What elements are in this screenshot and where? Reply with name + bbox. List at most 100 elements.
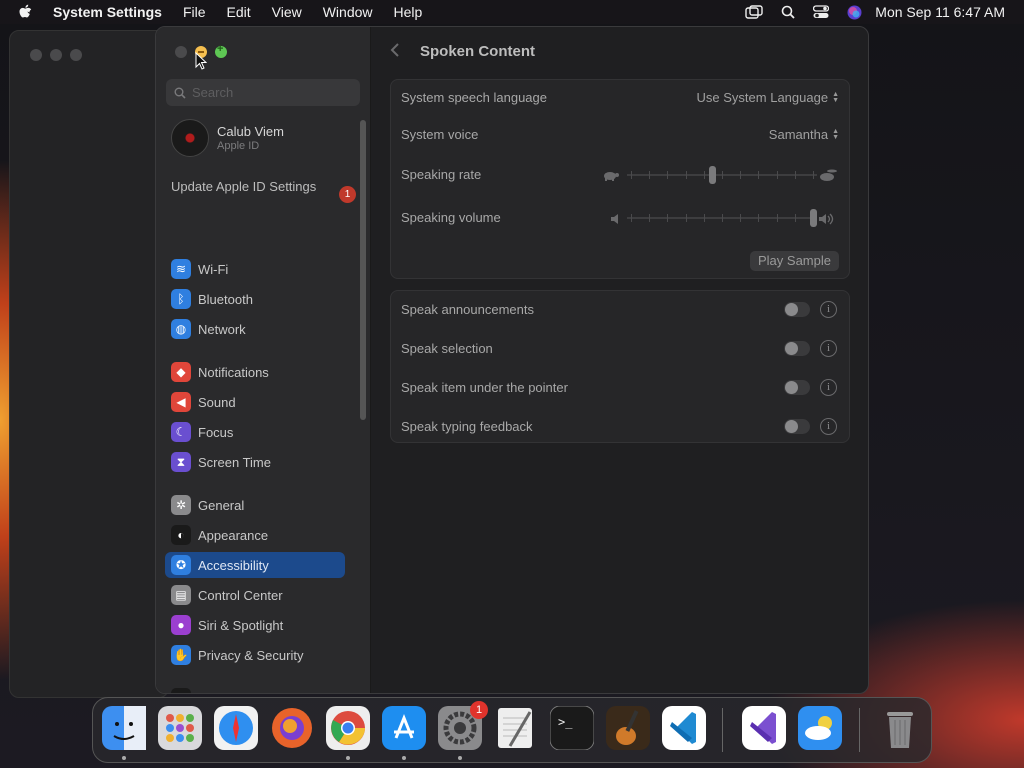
dock-app-safari[interactable] bbox=[214, 706, 258, 750]
finder-icon bbox=[102, 706, 146, 755]
bluetooth-icon: ᛒ bbox=[171, 289, 191, 309]
info-icon[interactable]: i bbox=[820, 340, 837, 357]
control-center-icon[interactable] bbox=[813, 5, 830, 19]
apple-menu-icon[interactable] bbox=[18, 4, 36, 20]
dock-app-launchpad[interactable] bbox=[158, 706, 202, 750]
dock: 1 >_ bbox=[92, 697, 932, 763]
slider-tick bbox=[704, 214, 705, 222]
dock-app-terminal[interactable]: >_ bbox=[549, 705, 595, 751]
slider-tick bbox=[667, 214, 668, 222]
apple-id-account[interactable]: Calub Viem Apple ID bbox=[171, 119, 284, 157]
stage-manager-icon[interactable] bbox=[745, 5, 763, 19]
speech-language-select[interactable]: Use System Language ▲ ▼ bbox=[697, 90, 839, 105]
toggle-row-speak-announcements: Speak announcements bbox=[401, 300, 839, 320]
sidebar-item-appearance[interactable]: ◐ Appearance bbox=[165, 522, 345, 548]
system-voice-row: System voice Samantha ▲ ▼ bbox=[401, 125, 839, 145]
dock-app-weather[interactable] bbox=[798, 706, 842, 750]
slider-tick bbox=[722, 171, 723, 179]
dock-app-chrome[interactable] bbox=[326, 706, 370, 750]
toggle-label: Speak typing feedback bbox=[401, 419, 533, 434]
menu-edit[interactable]: Edit bbox=[227, 4, 251, 20]
app-menu[interactable]: System Settings bbox=[53, 4, 162, 20]
slider-thumb[interactable] bbox=[709, 166, 716, 184]
account-subtitle: Apple ID bbox=[217, 140, 260, 152]
zoom-button[interactable] bbox=[215, 43, 227, 58]
toggle-switch[interactable] bbox=[784, 341, 810, 356]
sidebar-item-network[interactable]: ◍ Network bbox=[165, 316, 345, 342]
speaking-volume-label: Speaking volume bbox=[401, 210, 501, 225]
sidebar-item-label: Bluetooth bbox=[198, 291, 253, 307]
sidebar-item-label: Notifications bbox=[198, 364, 269, 380]
dock-app-finder[interactable] bbox=[102, 706, 146, 750]
sidebar-item-label: Siri & Spotlight bbox=[198, 617, 284, 633]
chevron-updown-icon: ▲ ▼ bbox=[832, 127, 839, 141]
slider-thumb[interactable] bbox=[810, 209, 817, 227]
menu-file[interactable]: File bbox=[183, 4, 206, 20]
info-icon[interactable]: i bbox=[820, 301, 837, 318]
firefox-icon bbox=[270, 706, 314, 755]
back-button[interactable] bbox=[390, 41, 400, 64]
dock-app-visual-studio[interactable] bbox=[742, 706, 786, 750]
speaker-high-icon bbox=[819, 212, 837, 230]
menu-help[interactable]: Help bbox=[394, 4, 423, 20]
menu-window[interactable]: Window bbox=[323, 4, 373, 20]
background-window-controls bbox=[30, 49, 82, 61]
dock-app-firefox[interactable] bbox=[270, 706, 314, 750]
menu-view[interactable]: View bbox=[272, 4, 302, 20]
search-input[interactable] bbox=[192, 85, 352, 100]
toggle-row-speak-item-under-the-pointer: Speak item under the pointer bbox=[401, 378, 839, 398]
system-voice-select[interactable]: Samantha ▲ ▼ bbox=[769, 127, 839, 142]
update-apple-id-settings[interactable]: Update Apple ID Settings 1 bbox=[171, 179, 356, 203]
slider-tick bbox=[722, 214, 723, 222]
menubar-clock[interactable]: Mon Sep 11 6:47 AM bbox=[875, 4, 1005, 20]
info-icon[interactable]: i bbox=[820, 379, 837, 396]
launchpad-icon bbox=[158, 706, 202, 755]
sidebar-item-focus[interactable]: ☾ Focus bbox=[165, 419, 345, 445]
background-window[interactable] bbox=[9, 30, 169, 698]
search-field[interactable] bbox=[166, 79, 360, 106]
close-button[interactable] bbox=[175, 46, 187, 58]
safari-icon bbox=[214, 706, 258, 755]
sidebar-item-general[interactable]: ✲ General bbox=[165, 492, 345, 518]
dock-app-visual-studio-code[interactable] bbox=[662, 706, 706, 750]
running-indicator bbox=[122, 756, 126, 760]
dock-app-app-store[interactable] bbox=[382, 706, 426, 750]
toggle-switch[interactable] bbox=[784, 380, 810, 395]
info-icon[interactable]: i bbox=[820, 418, 837, 435]
sidebar-item-desktop-dock[interactable]: ▭ Desktop & Dock bbox=[165, 685, 345, 693]
slider-tick bbox=[631, 214, 632, 222]
sidebar-item-siri-spotlight[interactable]: ● Siri & Spotlight bbox=[165, 612, 345, 638]
dock-app-trash[interactable] bbox=[878, 706, 922, 750]
spotlight-search-icon[interactable] bbox=[781, 5, 795, 19]
bell-icon: ◆ bbox=[171, 362, 191, 382]
slider-tick bbox=[704, 171, 705, 179]
app-store-icon bbox=[382, 706, 426, 755]
slider-tick bbox=[795, 171, 796, 179]
toggle-switch[interactable] bbox=[784, 419, 810, 434]
play-sample-button[interactable]: Play Sample bbox=[750, 251, 839, 271]
hourglass-icon: ⧗ bbox=[171, 452, 191, 472]
sidebar-item-screen-time[interactable]: ⧗ Screen Time bbox=[165, 449, 345, 475]
running-indicator bbox=[458, 756, 462, 760]
sidebar-item-wi-fi[interactable]: ≋ Wi-Fi bbox=[165, 256, 345, 282]
sidebar-item-privacy-security[interactable]: ✋ Privacy & Security bbox=[165, 642, 345, 668]
sidebar-item-label: Wi-Fi bbox=[198, 261, 229, 277]
dock-app-textedit[interactable] bbox=[494, 706, 538, 750]
sidebar-item-label: General bbox=[198, 497, 245, 513]
speech-language-label: System speech language bbox=[401, 90, 547, 105]
dock-app-garageband[interactable] bbox=[606, 706, 650, 750]
siri-icon[interactable] bbox=[847, 5, 862, 20]
sidebar-item-accessibility[interactable]: ✪ Accessibility bbox=[165, 552, 345, 578]
toggle-switch[interactable] bbox=[784, 302, 810, 317]
sidebar-item-notifications[interactable]: ◆ Notifications bbox=[165, 359, 345, 385]
system-voice-value: Samantha bbox=[768, 127, 829, 142]
chevron-updown-icon: ▲ ▼ bbox=[832, 90, 839, 104]
sidebar-item-sound[interactable]: ◀ Sound bbox=[165, 389, 345, 415]
speaking-rate-slider[interactable] bbox=[627, 165, 817, 185]
speaking-volume-slider[interactable] bbox=[627, 208, 817, 228]
sidebar-scrollbar[interactable] bbox=[360, 120, 366, 420]
sidebar-item-bluetooth[interactable]: ᛒ Bluetooth bbox=[165, 286, 345, 312]
accessibility-icon: ✪ bbox=[171, 555, 191, 575]
slider-tick bbox=[740, 171, 741, 179]
sidebar-item-control-center[interactable]: ▤ Control Center bbox=[165, 582, 345, 608]
